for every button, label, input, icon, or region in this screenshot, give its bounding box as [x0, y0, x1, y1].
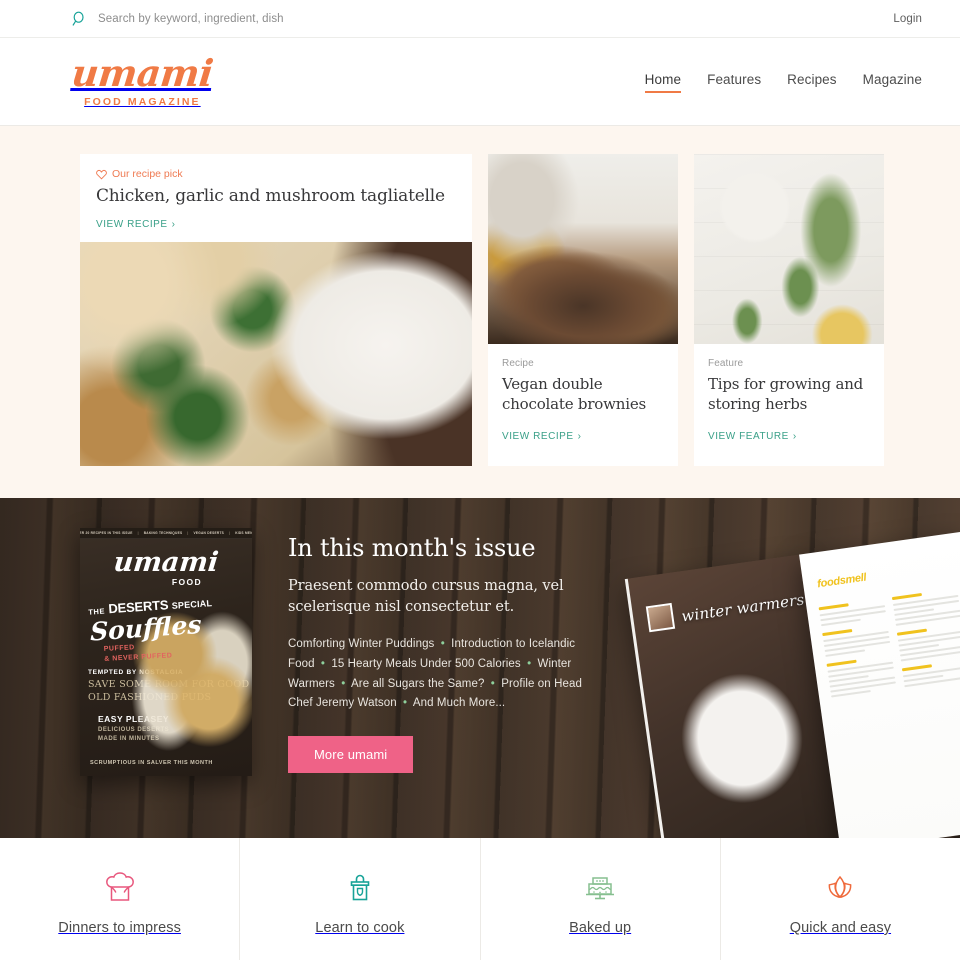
side-card-herbs-image [694, 154, 884, 344]
magazine-cover[interactable]: OVER 20 RECIPES IN THIS ISSUE | BAKING T… [80, 528, 252, 776]
login-link[interactable]: Login [893, 13, 922, 25]
featured-recipe-cta-label: VIEW RECIPE [96, 219, 168, 231]
cover-strip-sep: | [187, 531, 189, 535]
featured-recipe-cta[interactable]: VIEW RECIPE › [96, 219, 176, 230]
side-card-brownies[interactable]: Recipe Vegan double chocolate brownies V… [488, 154, 678, 466]
side-card-herbs[interactable]: Feature Tips for growing and storing her… [694, 154, 884, 466]
featured-recipe-card[interactable]: Our recipe pick Chicken, garlic and mush… [80, 154, 472, 466]
issue-content-1: Comforting Winter Puddings [288, 638, 435, 651]
chef-hat-icon [100, 868, 140, 908]
side-card-brownies-cta-label: VIEW RECIPE [502, 431, 574, 442]
issue-content-3: 15 Hearty Meals Under 500 Calories [331, 657, 521, 670]
spread-text-columns [804, 569, 960, 712]
category-baked-up[interactable]: Baked up [481, 838, 721, 960]
nav-item-magazine[interactable]: Magazine [863, 72, 922, 92]
issue-copy: In this month's issue Praesent commodo c… [252, 528, 582, 838]
issue-content-7: And Much More... [412, 697, 506, 710]
nav-item-home[interactable]: Home [644, 72, 682, 93]
issue-lead: Praesent commodo cursus magna, vel scele… [288, 578, 564, 615]
side-card-herbs-cta[interactable]: VIEW FEATURE › [708, 431, 797, 442]
nav-item-recipes[interactable]: Recipes [787, 72, 836, 92]
utility-bar: Login [0, 0, 960, 38]
bullet-separator: • [320, 657, 326, 670]
recipe-pick-label: Our recipe pick [112, 168, 183, 180]
featured-recipe-body: Our recipe pick Chicken, garlic and mush… [80, 154, 472, 242]
lotus-flower-icon [820, 868, 860, 908]
cover-strip-item-1: OVER 20 RECIPES IN THIS ISSUE [80, 531, 133, 535]
bullet-separator: • [341, 677, 346, 690]
nav-item-features[interactable]: Features [707, 72, 761, 92]
issue-inner: OVER 20 RECIPES IN THIS ISSUE | BAKING T… [0, 498, 960, 838]
bullet-separator: • [527, 657, 532, 670]
spice-jar-icon [340, 868, 380, 908]
cover-headline-the: THE [88, 606, 106, 617]
chevron-right-icon: › [792, 431, 797, 442]
cover-strip-item-2: BAKING TECHNIQUES [143, 531, 183, 535]
chevron-right-icon: › [577, 431, 582, 442]
category-label: Baked up [569, 920, 632, 936]
featured-recipe-image [80, 242, 472, 466]
category-label: Quick and easy [789, 920, 892, 936]
site-logo[interactable]: umami FOOD MAGAZINE [69, 51, 216, 108]
logo-wordmark: umami [69, 51, 216, 96]
recipe-pick-eyebrow: Our recipe pick [96, 168, 456, 180]
chef-avatar [645, 602, 676, 633]
cover-headline-special: SPECIAL [171, 598, 213, 611]
issue-content-5: Are all Sugars the Same? [351, 677, 485, 690]
heart-icon [96, 169, 107, 180]
bullet-separator: • [440, 638, 445, 651]
side-card-brownies-image [488, 154, 678, 344]
side-card-herbs-eyebrow: Feature [708, 358, 744, 369]
bullet-separator: • [490, 677, 495, 690]
side-card-brownies-title: Vegan double chocolate brownies [502, 375, 647, 413]
cover-logo: umami [112, 547, 220, 578]
masthead: umami FOOD MAGAZINE Home Features Recipe… [0, 38, 960, 126]
category-quick-and-easy[interactable]: Quick and easy [721, 838, 960, 960]
side-card-herbs-cta-label: VIEW FEATURE [708, 431, 789, 442]
category-label: Dinners to impress [58, 920, 181, 936]
featured-recipe-title: Chicken, garlic and mushroom tagliatelle [96, 186, 445, 206]
issue-section: OVER 20 RECIPES IN THIS ISSUE | BAKING T… [0, 498, 960, 838]
logo-tagline: FOOD MAGAZINE [84, 95, 201, 108]
spread-column [891, 581, 960, 690]
side-card-herbs-title: Tips for growing and storing herbs [708, 375, 864, 413]
side-card-brownies-eyebrow: Recipe [502, 358, 534, 369]
search-icon[interactable] [72, 11, 88, 27]
side-card-brownies-cta[interactable]: VIEW RECIPE › [502, 431, 582, 442]
cover-top-strip: OVER 20 RECIPES IN THIS ISSUE | BAKING T… [80, 528, 252, 539]
cover-strip-item-4: KIDS MENUS [235, 531, 252, 535]
cover-footer: SCRUMPTIOUS IN SALVER THIS MONTH [90, 760, 213, 766]
chevron-right-icon: › [171, 219, 176, 231]
main-navigation: Home Features Recipes Magazine [644, 72, 922, 93]
category-dinners-to-impress[interactable]: Dinners to impress [0, 838, 241, 960]
magazine-spread: winter warmers foodsmell [624, 531, 960, 838]
cover-strip-sep: | [137, 531, 139, 535]
category-label: Learn to cook [315, 920, 405, 936]
category-section: Dinners to impress Learn to cook Baked u… [0, 838, 960, 960]
cover-strip-item-3: VEGAN DESERTS [193, 531, 225, 535]
side-card-brownies-body: Recipe Vegan double chocolate brownies V… [488, 344, 678, 466]
spread-title: winter warmers [680, 590, 806, 626]
cover-logo-sub: FOOD [171, 577, 203, 587]
issue-title: In this month's issue [288, 534, 536, 562]
category-learn-to-cook[interactable]: Learn to cook [240, 838, 481, 960]
layer-cake-icon [580, 868, 620, 908]
featured-section: Our recipe pick Chicken, garlic and mush… [0, 126, 960, 498]
issue-contents-list: Comforting Winter Puddings • Introductio… [288, 635, 582, 714]
cover-strip-sep: | [229, 531, 231, 535]
bullet-separator: • [403, 697, 408, 710]
featured-cards: Our recipe pick Chicken, garlic and mush… [80, 154, 888, 466]
page-root: Login umami FOOD MAGAZINE Home Features … [0, 0, 960, 960]
spread-column [818, 591, 897, 700]
side-card-herbs-body: Feature Tips for growing and storing her… [694, 344, 884, 466]
search-area [72, 11, 893, 27]
more-umami-button[interactable]: More umami [288, 736, 414, 774]
search-input[interactable] [98, 12, 428, 25]
